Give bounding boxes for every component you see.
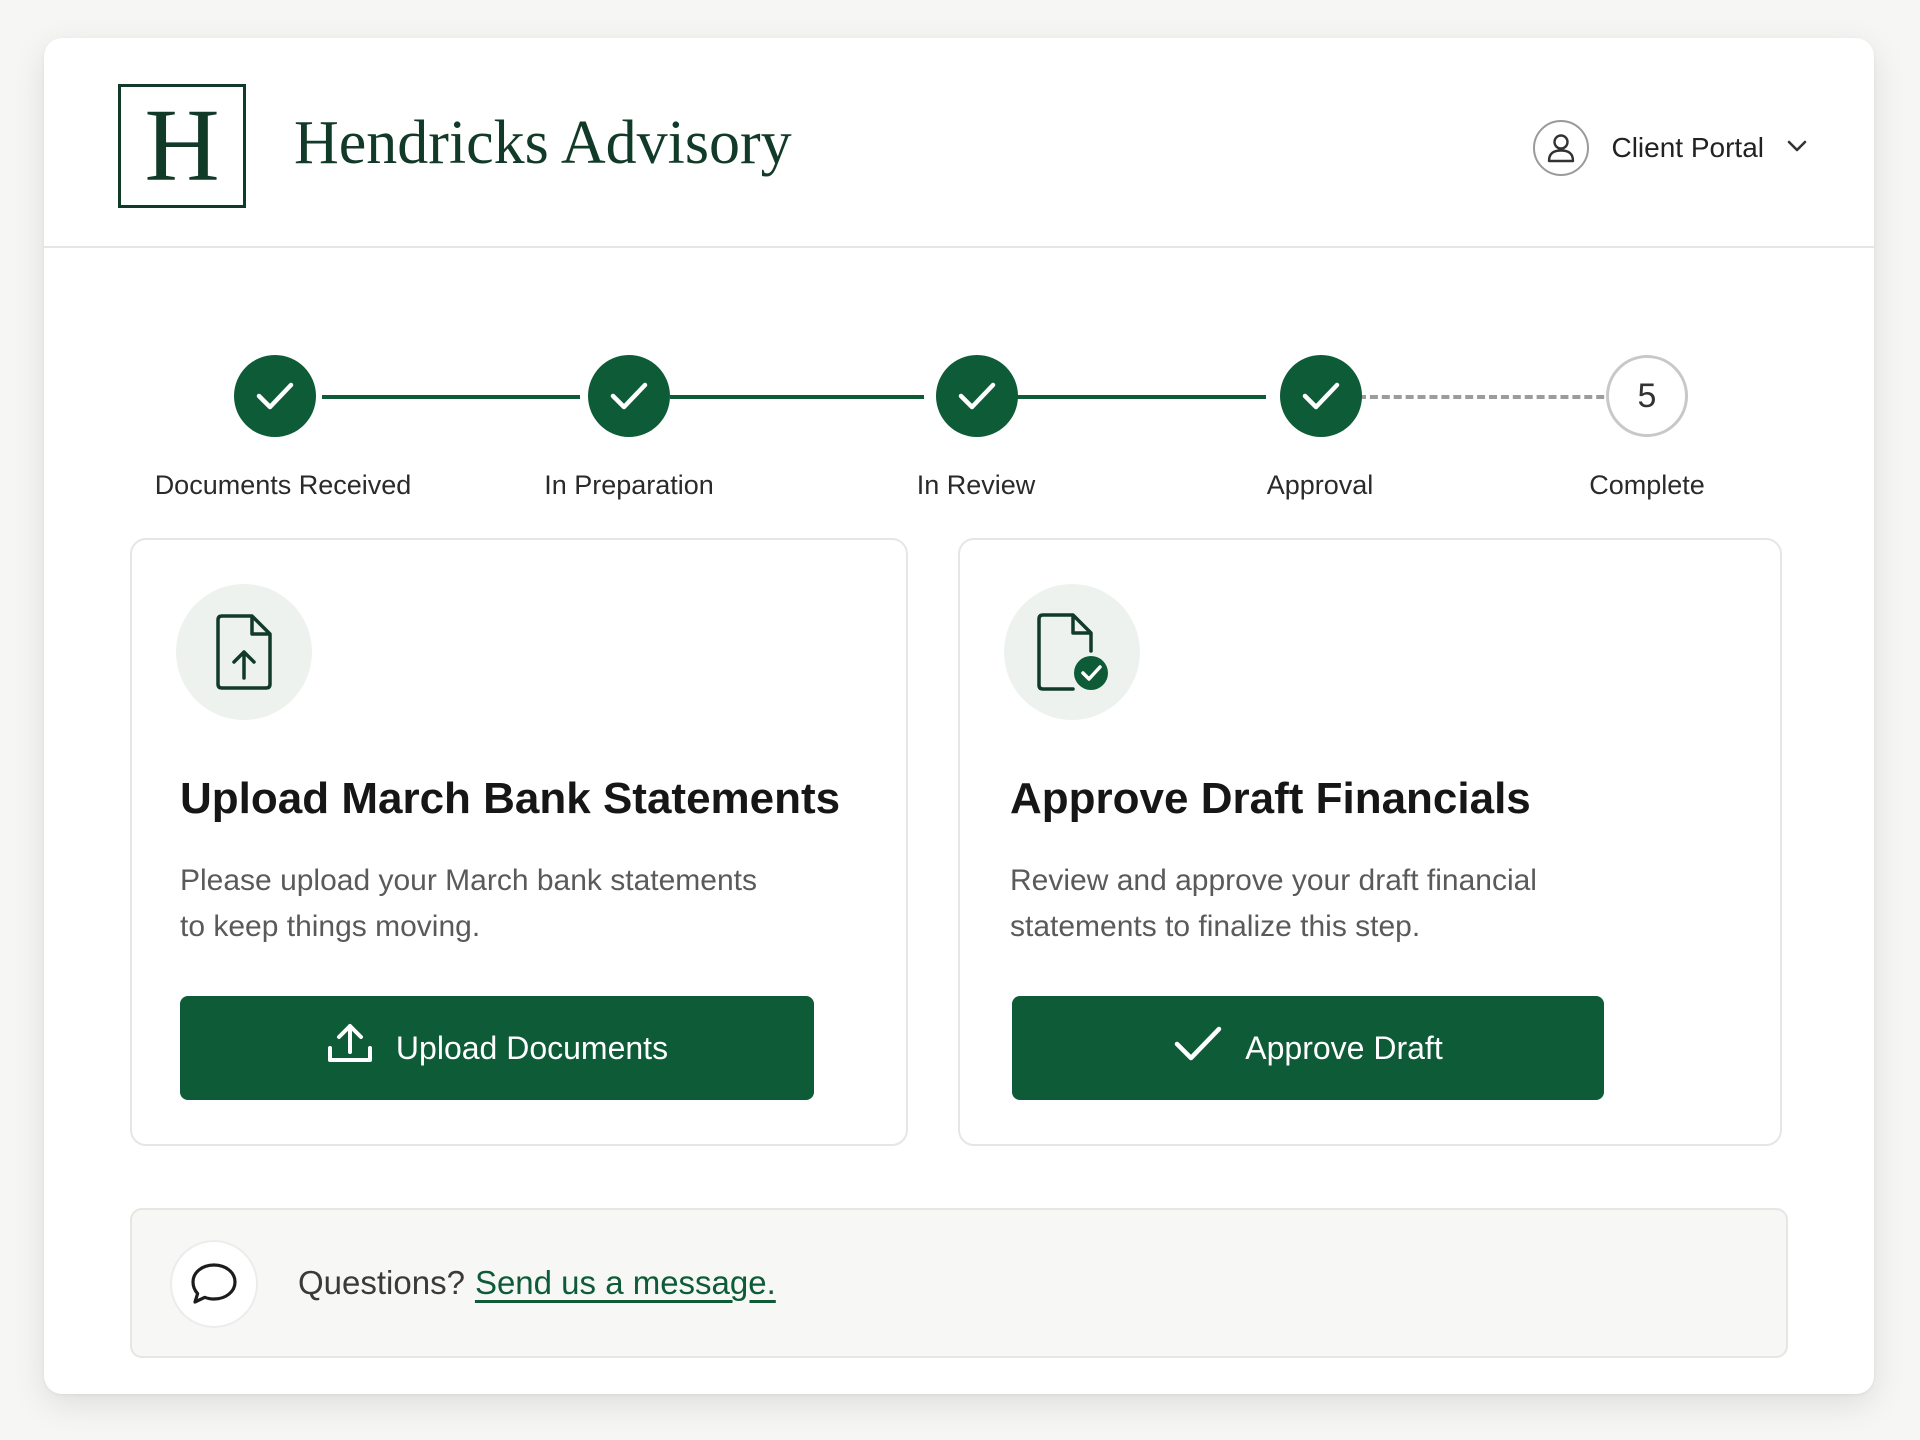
- step-1-check-icon: [234, 355, 316, 437]
- upload-documents-label: Upload Documents: [395, 1029, 669, 1066]
- card-description: Please upload your March bank statements…: [180, 864, 757, 943]
- brand-name: Hendricks Advisory: [294, 109, 792, 177]
- approve-draft-button[interactable]: Approve Draft: [1012, 996, 1604, 1100]
- approve-draft-label: Approve Draft: [1245, 1029, 1443, 1066]
- chat-bubble-icon: [170, 1240, 258, 1328]
- step-connector-complete: [670, 395, 924, 399]
- client-portal-menu[interactable]: Client Portal: [1533, 118, 1808, 178]
- client-portal-label[interactable]: Client Portal: [1611, 132, 1764, 164]
- file-check-icon: [1004, 584, 1140, 720]
- user-icon[interactable]: [1533, 120, 1590, 176]
- file-upload-icon: [176, 584, 312, 720]
- card-title: Upload March Bank Statements: [180, 774, 841, 823]
- message-bar: Questions? Send us a message.: [130, 1208, 1788, 1358]
- portal-window: H Hendricks Advisory Client Portal 5 Doc…: [44, 38, 1874, 1394]
- logo-letter: H: [144, 88, 220, 203]
- checkmark-icon: [1173, 1025, 1223, 1071]
- chevron-down-icon[interactable]: [1786, 139, 1808, 158]
- card-title: Approve Draft Financials: [1010, 774, 1531, 823]
- message-prompt: Questions? Send us a message.: [298, 1264, 776, 1302]
- upload-icon: [326, 1022, 374, 1074]
- card-description: Review and approve your draft financial …: [1010, 864, 1537, 943]
- step-connector-complete: [1014, 395, 1266, 399]
- step-4-check-icon: [1280, 355, 1362, 437]
- step-label-in-preparation: In Preparation: [544, 470, 714, 500]
- step-label-complete: Complete: [1589, 470, 1705, 500]
- upload-documents-button[interactable]: Upload Documents: [180, 996, 814, 1100]
- questions-text: Questions?: [298, 1264, 465, 1301]
- step-label-in-review: In Review: [916, 470, 1036, 500]
- logo: H: [118, 84, 246, 208]
- approval-task-card: Approve Draft Financials Review and appr…: [958, 538, 1782, 1146]
- step-connector-pending: [1358, 395, 1628, 399]
- step-3-check-icon: [936, 355, 1018, 437]
- step-connector-complete: [322, 395, 580, 399]
- step-label-documents-received: Documents Received: [154, 470, 412, 500]
- send-message-link[interactable]: Send us a message.: [475, 1264, 776, 1301]
- progress-stepper: 5 Documents Received In Preparation In R…: [44, 248, 1874, 518]
- step-label-approval: Approval: [1266, 470, 1374, 500]
- header: H Hendricks Advisory Client Portal: [44, 38, 1874, 248]
- step-2-check-icon: [588, 355, 670, 437]
- upload-task-card: Upload March Bank Statements Please uplo…: [130, 538, 908, 1146]
- step-5-number: 5: [1606, 355, 1688, 437]
